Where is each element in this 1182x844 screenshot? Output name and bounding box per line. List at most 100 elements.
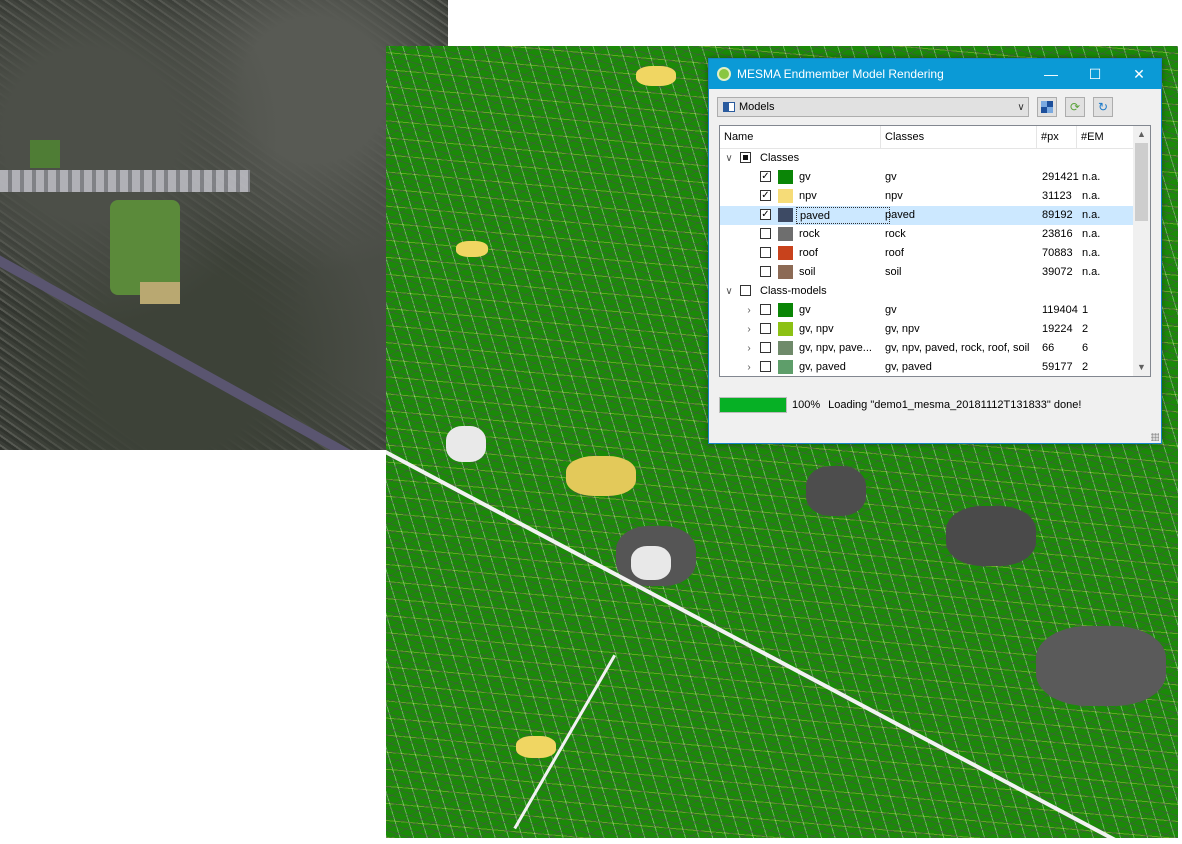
tree-row[interactable]: › gv, npv, pave... gv, npv, paved, rock, r… <box>720 339 1134 358</box>
window-title: MESMA Endmember Model Rendering <box>737 67 944 81</box>
row-em: 1 <box>1082 304 1089 316</box>
map-npv-area <box>456 241 488 257</box>
row-checkbox[interactable] <box>760 228 771 239</box>
status-message: Loading "demo1_mesma_20181112T131833" do… <box>828 399 1082 411</box>
row-name: paved <box>796 207 890 224</box>
row-checkbox[interactable] <box>760 342 771 353</box>
reload-blue-icon: ↻ <box>1097 100 1109 114</box>
select-button[interactable] <box>1037 97 1057 117</box>
chevron-down-icon: ∨ <box>1017 101 1025 113</box>
satellite-urban-strip <box>0 170 250 192</box>
row-classes: soil <box>885 266 902 278</box>
chevron-right-icon[interactable]: › <box>744 320 754 339</box>
resize-grip-icon[interactable] <box>1151 433 1159 441</box>
header-em[interactable]: #EM <box>1077 126 1134 148</box>
apply-button[interactable]: ⟳ <box>1065 97 1085 117</box>
scroll-down-icon[interactable]: ▼ <box>1133 359 1150 376</box>
header-px[interactable]: #px <box>1037 126 1077 148</box>
map-bright-area <box>446 426 486 462</box>
class-color-swatch <box>778 227 793 241</box>
row-checkbox[interactable]: ✓ <box>760 209 771 220</box>
chevron-right-icon[interactable]: › <box>744 301 754 320</box>
chevron-right-icon[interactable]: › <box>744 358 754 376</box>
chevron-down-icon[interactable]: ∨ <box>724 149 734 168</box>
row-checkbox[interactable] <box>740 285 751 296</box>
row-em: n.a. <box>1082 228 1101 240</box>
tree-header: Name Classes #px #EM <box>720 126 1134 149</box>
row-checkbox[interactable] <box>760 247 771 258</box>
row-checkbox[interactable] <box>760 361 771 372</box>
toolbar: Models ∨ ⟳ ↻ <box>717 96 1149 118</box>
scroll-thumb[interactable] <box>1135 143 1148 221</box>
row-em: n.a. <box>1082 247 1101 259</box>
map-paved-area <box>946 506 1036 566</box>
tree-row[interactable]: rock rock 23816 n.a. <box>720 225 1134 244</box>
map-paved-area <box>806 466 866 516</box>
select-icon <box>1041 101 1053 113</box>
row-checkbox[interactable] <box>760 323 771 334</box>
row-checkbox[interactable] <box>760 304 771 315</box>
tree-row[interactable]: ✓ gv gv 291421 n.a. <box>720 168 1134 187</box>
row-classes: gv, paved <box>885 361 932 373</box>
chevron-down-icon[interactable]: ∨ <box>724 282 734 301</box>
row-px: 23816 <box>1042 228 1073 240</box>
tree-row[interactable]: ✓ npv npv 31123 n.a. <box>720 187 1134 206</box>
row-checkbox[interactable]: ✓ <box>760 190 771 201</box>
row-name: soil <box>799 266 816 278</box>
model-tree[interactable]: Name Classes #px #EM ∨ Classes ✓ gv gv 291421… <box>719 125 1151 377</box>
tree-row[interactable]: › gv, npv gv, npv 19224 2 <box>720 320 1134 339</box>
row-classes: rock <box>885 228 906 240</box>
row-px: 59177 <box>1042 361 1073 373</box>
class-color-swatch <box>778 265 793 279</box>
row-checkbox[interactable]: ✓ <box>760 171 771 182</box>
map-bright-area <box>631 546 671 580</box>
qgis-icon <box>717 67 731 81</box>
row-name: gv <box>799 171 811 183</box>
class-color-swatch <box>778 208 793 222</box>
row-em: 6 <box>1082 342 1089 354</box>
reload-button[interactable]: ↻ <box>1093 97 1113 117</box>
minimize-button[interactable]: — <box>1029 59 1073 89</box>
map-npv-area <box>566 456 636 496</box>
map-npv-area <box>516 736 556 758</box>
tree-row[interactable]: › gv gv 119404 1 <box>720 301 1134 320</box>
model-type-value: Models <box>739 101 775 113</box>
class-color-swatch <box>778 360 793 374</box>
header-name[interactable]: Name <box>720 126 881 148</box>
tree-row[interactable]: › gv, paved gv, paved 59177 2 <box>720 358 1134 376</box>
row-px: 119404 <box>1042 304 1078 316</box>
maximize-button[interactable]: ☐ <box>1073 59 1117 89</box>
row-name: gv, npv <box>799 323 834 335</box>
tree-group-row[interactable]: ∨ Class-models <box>720 282 1134 301</box>
map-paved-area <box>1036 626 1166 706</box>
row-classes: npv <box>885 190 903 202</box>
header-classes[interactable]: Classes <box>881 126 1037 148</box>
row-em: 2 <box>1082 323 1089 335</box>
row-name: gv <box>799 304 811 316</box>
tree-row[interactable]: soil soil 39072 n.a. <box>720 263 1134 282</box>
class-color-swatch <box>778 189 793 203</box>
close-button[interactable]: ✕ <box>1117 59 1161 89</box>
tree-scrollbar[interactable]: ▲ ▼ <box>1133 126 1150 376</box>
tree-group-row[interactable]: ∨ Classes <box>720 149 1134 168</box>
row-classes: gv, npv <box>885 323 920 335</box>
satellite-lot <box>140 282 180 304</box>
title-bar[interactable]: MESMA Endmember Model Rendering — ☐ ✕ <box>709 59 1161 89</box>
tree-row[interactable]: ✓ paved paved 89192 n.a. <box>720 206 1134 225</box>
model-type-combobox[interactable]: Models ∨ <box>717 97 1029 117</box>
row-checkbox[interactable] <box>760 266 771 277</box>
tree-row[interactable]: roof roof 70883 n.a. <box>720 244 1134 263</box>
class-color-swatch <box>778 341 793 355</box>
row-classes: roof <box>885 247 904 259</box>
row-classes <box>885 282 1040 301</box>
row-name: roof <box>799 247 818 259</box>
row-em: n.a. <box>1082 190 1101 202</box>
satellite-park <box>110 200 180 295</box>
scroll-up-icon[interactable]: ▲ <box>1133 126 1150 143</box>
row-checkbox[interactable] <box>740 152 751 163</box>
row-name: rock <box>799 228 820 240</box>
row-em: n.a. <box>1082 209 1101 221</box>
map-npv-area <box>636 66 676 86</box>
chevron-right-icon[interactable]: › <box>744 339 754 358</box>
class-color-swatch <box>778 170 793 184</box>
